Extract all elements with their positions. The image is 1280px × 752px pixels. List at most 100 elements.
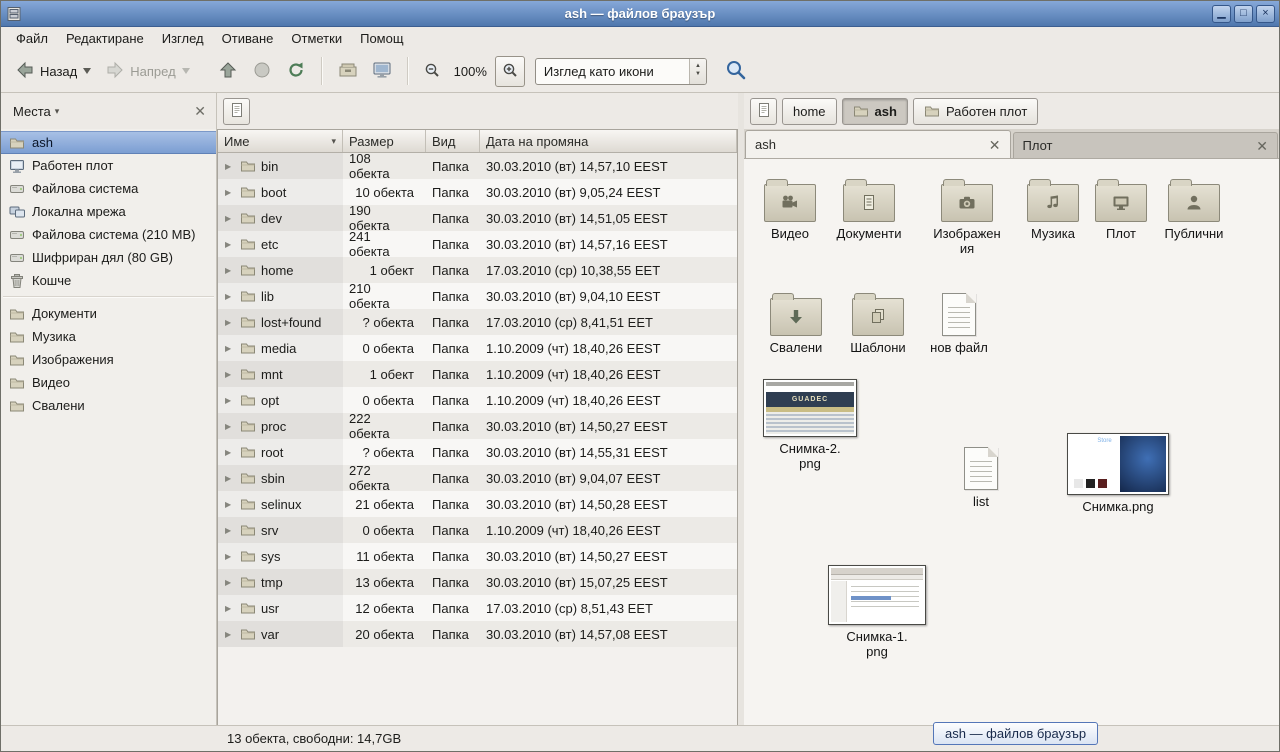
stop-button[interactable] [246,55,278,88]
back-button[interactable]: Назад [9,55,97,88]
breadcrumb-Работен плот[interactable]: Работен плот [913,98,1038,125]
icon-view[interactable]: ВидеоДокументиИзображен ияМузикаПлотПубл… [744,159,1279,725]
zoom-out-button[interactable] [418,57,446,86]
breadcrumb-home[interactable]: home [782,98,837,125]
icon-item-6[interactable]: Свалени [750,291,842,355]
sidebar-close-icon[interactable]: ✕ [194,104,206,118]
table-row[interactable]: ▶usr12 обектаПапка17.03.2010 (ср) 8,51,4… [218,595,737,621]
menu-item-4[interactable]: Отметки [282,29,351,48]
table-row[interactable]: ▶dev190 обектаПапка30.03.2010 (вт) 14,51… [218,205,737,231]
menu-item-3[interactable]: Отиване [213,29,283,48]
expander-icon[interactable]: ▶ [225,292,235,301]
up-button[interactable] [212,55,244,88]
table-row[interactable]: ▶sys11 обектаПапка30.03.2010 (вт) 14,50,… [218,543,737,569]
column-header-3[interactable]: Дата на промяна [480,130,737,152]
sidebar-item-8[interactable]: Документи [1,302,216,325]
expander-icon[interactable]: ▶ [225,370,235,379]
close-button[interactable]: × [1256,5,1275,23]
expander-icon[interactable]: ▶ [225,630,235,639]
sort-indicator-icon[interactable]: ▾ [327,136,336,147]
sidebar-item-2[interactable]: Файлова система [1,177,216,200]
table-row[interactable]: ▶proc222 обектаПапка30.03.2010 (вт) 14,5… [218,413,737,439]
expander-icon[interactable]: ▶ [225,422,235,431]
icon-item-7[interactable]: Шаблони [832,291,924,355]
sidebar-title[interactable]: Места [13,104,51,119]
sidebar-item-0[interactable]: ash [1,131,216,154]
tab-Плот[interactable]: Плот✕ [1013,132,1279,158]
location-toggle-button[interactable] [223,98,250,125]
minimize-button[interactable]: ▁ [1212,5,1231,23]
menu-item-5[interactable]: Помощ [351,29,412,48]
menu-item-0[interactable]: Файл [7,29,57,48]
expander-icon[interactable]: ▶ [225,188,235,197]
expander-icon[interactable]: ▶ [225,266,235,275]
table-row[interactable]: ▶root? обектаПапка30.03.2010 (вт) 14,55,… [218,439,737,465]
column-header-1[interactable]: Размер [343,130,426,152]
expander-icon[interactable]: ▶ [225,344,235,353]
expander-icon[interactable]: ▶ [225,240,235,249]
location-toggle-button-2[interactable] [750,98,777,125]
table-row[interactable]: ▶bin108 обектаПапка30.03.2010 (вт) 14,57… [218,153,737,179]
icon-item-11[interactable]: GNOME StoreСнимка.png [1072,433,1164,514]
table-row[interactable]: ▶tmp13 обектаПапка30.03.2010 (вт) 15,07,… [218,569,737,595]
expander-icon[interactable]: ▶ [225,318,235,327]
menu-item-2[interactable]: Изглед [153,29,213,48]
computer-button[interactable] [366,55,398,88]
icon-item-1[interactable]: Документи [823,177,915,241]
sidebar-item-3[interactable]: Локална мрежа [1,200,216,223]
icon-item-10[interactable]: list [935,447,1027,509]
sidebar-item-9[interactable]: Музика [1,325,216,348]
table-row[interactable]: ▶var20 обектаПапка30.03.2010 (вт) 14,57,… [218,621,737,647]
sidebar-item-10[interactable]: Изображения [1,348,216,371]
maximize-button[interactable]: □ [1234,5,1253,23]
taskbar-window-button[interactable]: ash — файлов браузър [933,722,1098,745]
home-button[interactable] [332,55,364,88]
icon-item-5[interactable]: Публични [1148,177,1240,241]
column-header-0[interactable]: Име▾ [218,130,343,152]
expander-icon[interactable]: ▶ [225,162,235,171]
table-row[interactable]: ▶selinux21 обектаПапка30.03.2010 (вт) 14… [218,491,737,517]
table-row[interactable]: ▶srv0 обектаПапка1.10.2009 (чт) 18,40,26… [218,517,737,543]
sidebar-item-6[interactable]: Кошче [1,269,216,292]
icon-item-12[interactable]: Снимка-1. png [831,565,923,660]
tab-ash[interactable]: ash✕ [745,130,1011,158]
column-header-2[interactable]: Вид [426,130,480,152]
expander-icon[interactable]: ▶ [225,604,235,613]
reload-button[interactable] [280,55,312,88]
table-row[interactable]: ▶mnt1 обектПапка1.10.2009 (чт) 18,40,26 … [218,361,737,387]
sidebar-item-5[interactable]: Шифриран дял (80 GB) [1,246,216,269]
icon-item-9[interactable]: GUADECСнимка-2. png [764,379,856,472]
search-button[interactable] [719,54,753,89]
expander-icon[interactable]: ▶ [225,526,235,535]
expander-icon[interactable]: ▶ [225,474,235,483]
table-row[interactable]: ▶opt0 обектаПапка1.10.2009 (чт) 18,40,26… [218,387,737,413]
forward-button[interactable]: Напред [99,55,195,88]
combo-spinner-icon[interactable]: ▲▼ [689,59,706,84]
table-row[interactable]: ▶home1 обектПапка17.03.2010 (ср) 10,38,5… [218,257,737,283]
expander-icon[interactable]: ▶ [225,500,235,509]
table-row[interactable]: ▶lib210 обектаПапка30.03.2010 (вт) 9,04,… [218,283,737,309]
expander-icon[interactable]: ▶ [225,214,235,223]
table-row[interactable]: ▶lost+found? обектаПапка17.03.2010 (ср) … [218,309,737,335]
table-row[interactable]: ▶boot10 обектаПапка30.03.2010 (вт) 9,05,… [218,179,737,205]
tab-close-icon[interactable]: ✕ [1256,139,1268,153]
sidebar-item-12[interactable]: Свалени [1,394,216,417]
sidebar-item-4[interactable]: Файлова система (210 MB) [1,223,216,246]
expander-icon[interactable]: ▶ [225,448,235,457]
view-mode-select[interactable]: Изглед като икони ▲▼ [535,58,707,85]
icon-item-8[interactable]: нов файл [913,293,1005,355]
table-row[interactable]: ▶etc241 обектаПапка30.03.2010 (вт) 14,57… [218,231,737,257]
tab-close-icon[interactable]: ✕ [989,138,1001,152]
icon-item-2[interactable]: Изображен ия [921,177,1013,257]
expander-icon[interactable]: ▶ [225,396,235,405]
expander-icon[interactable]: ▶ [225,552,235,561]
sidebar-caret-icon[interactable]: ▾ [55,106,60,117]
expander-icon[interactable]: ▶ [225,578,235,587]
sidebar-item-11[interactable]: Видео [1,371,216,394]
breadcrumb-ash[interactable]: ash [842,98,908,125]
titlebar[interactable]: ash — файлов браузър ▁ □ × [1,1,1279,27]
sidebar-item-1[interactable]: Работен плот [1,154,216,177]
table-row[interactable]: ▶sbin272 обектаПапка30.03.2010 (вт) 9,04… [218,465,737,491]
zoom-in-button[interactable] [495,56,525,87]
table-row[interactable]: ▶media0 обектаПапка1.10.2009 (чт) 18,40,… [218,335,737,361]
